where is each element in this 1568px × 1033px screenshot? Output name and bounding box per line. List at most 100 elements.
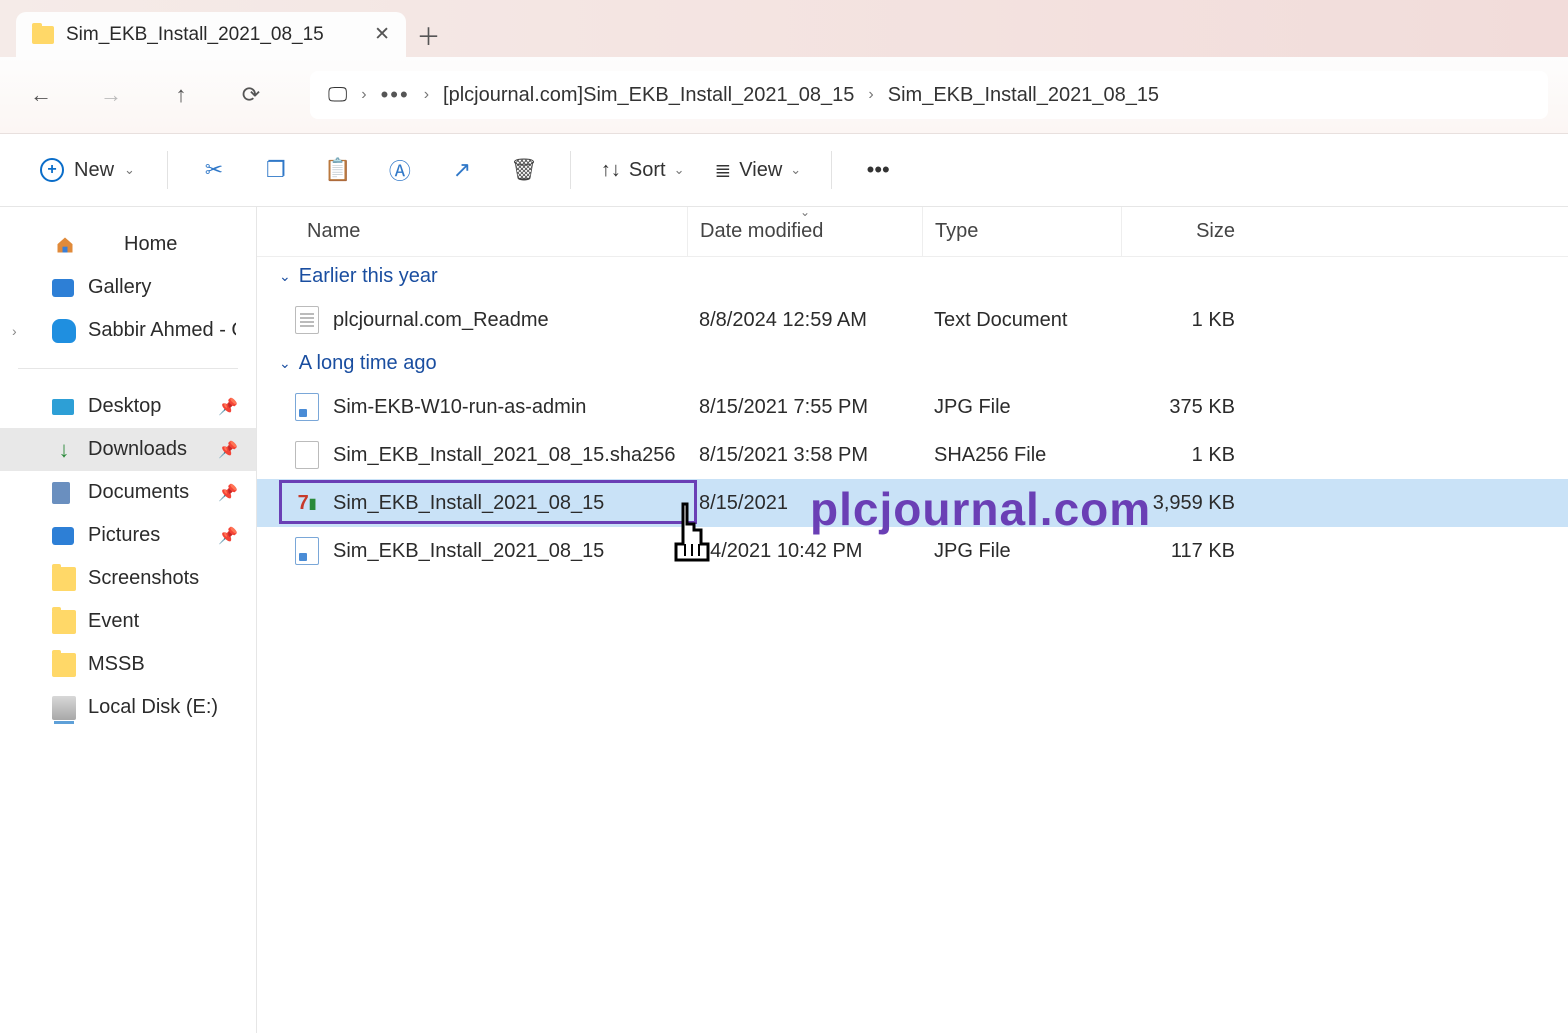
file-row[interactable]: Sim_EKB_Install_2021_08_15.sha256 8/15/2… bbox=[257, 431, 1568, 479]
folder-icon bbox=[52, 653, 76, 677]
sidebar-label: Gallery bbox=[88, 276, 151, 299]
disk-icon bbox=[52, 696, 76, 720]
refresh-button[interactable]: ⟳ bbox=[230, 74, 272, 116]
sidebar-item-downloads[interactable]: ↓ Downloads 📌 bbox=[0, 428, 256, 471]
column-date-label: Date modified bbox=[700, 220, 823, 243]
pin-icon[interactable]: 📌 bbox=[218, 483, 238, 503]
chevron-right-icon[interactable]: › bbox=[12, 323, 17, 339]
sort-indicator-icon: ⌄ bbox=[800, 205, 810, 219]
window-tab[interactable]: Sim_EKB_Install_2021_08_15 ✕ bbox=[16, 12, 406, 57]
close-tab-icon[interactable]: ✕ bbox=[374, 23, 390, 46]
application-icon: 7▮ bbox=[295, 489, 319, 517]
file-name: Sim-EKB-W10-run-as-admin bbox=[333, 396, 586, 419]
file-date: 14/2021 10:42 PM bbox=[687, 540, 922, 563]
documents-icon bbox=[52, 482, 70, 504]
folder-icon bbox=[52, 610, 76, 634]
file-row[interactable]: plcjournal.com_Readme 8/8/2024 12:59 AM … bbox=[257, 296, 1568, 344]
sort-label: Sort bbox=[629, 159, 666, 182]
group-header[interactable]: ⌄ A long time ago bbox=[257, 344, 1568, 383]
sidebar-label: Pictures bbox=[88, 524, 160, 547]
sidebar-item-onedrive[interactable]: › Sabbir Ahmed - Glo bbox=[0, 309, 256, 352]
address-bar[interactable]: 🖵 › ••• › [plcjournal.com]Sim_EKB_Instal… bbox=[310, 71, 1548, 119]
file-row[interactable]: Sim-EKB-W10-run-as-admin 8/15/2021 7:55 … bbox=[257, 383, 1568, 431]
sidebar-item-pictures[interactable]: Pictures 📌 bbox=[0, 514, 256, 557]
sort-button[interactable]: ↑↓ Sort ⌄ bbox=[591, 151, 695, 190]
sidebar-label: Home bbox=[124, 233, 177, 256]
chevron-down-icon: ⌄ bbox=[674, 162, 685, 178]
file-date: 8/15/2021 7:55 PM bbox=[687, 396, 922, 419]
group-label: A long time ago bbox=[299, 352, 437, 375]
file-date: 8/15/2021 3:58 PM bbox=[687, 444, 922, 467]
back-button[interactable]: ← bbox=[20, 74, 62, 116]
column-header-name[interactable]: Name bbox=[257, 220, 687, 243]
separator bbox=[167, 151, 168, 189]
file-row[interactable]: Sim_EKB_Install_2021_08_15 14/2021 10:42… bbox=[257, 527, 1568, 575]
separator bbox=[570, 151, 571, 189]
column-header-date[interactable]: ⌄ Date modified bbox=[687, 207, 922, 256]
file-size: 3,959 KB bbox=[1121, 492, 1251, 515]
sidebar-item-documents[interactable]: Documents 📌 bbox=[0, 471, 256, 514]
sidebar-item-desktop[interactable]: Desktop 📌 bbox=[0, 385, 256, 428]
file-name: Sim_EKB_Install_2021_08_15 bbox=[333, 492, 604, 515]
pin-icon[interactable]: 📌 bbox=[218, 526, 238, 546]
toolbar: + New ⌄ ✂ ❐ 📋 Ⓐ ↗ 🗑 ↑↓ Sort ⌄ ≣ View ⌄ •… bbox=[0, 134, 1568, 207]
more-icon[interactable]: ••• bbox=[852, 144, 904, 196]
group-label: Earlier this year bbox=[299, 265, 438, 288]
file-row-selected[interactable]: 7▮ Sim_EKB_Install_2021_08_15 8/15/2021 … bbox=[257, 479, 1568, 527]
sidebar-item-mssb[interactable]: MSSB bbox=[0, 643, 256, 686]
address-row: ← → ↑ ⟳ 🖵 › ••• › [plcjournal.com]Sim_EK… bbox=[0, 57, 1568, 134]
view-icon: ≣ bbox=[715, 158, 732, 183]
pin-icon[interactable]: 📌 bbox=[218, 440, 238, 460]
file-type: JPG File bbox=[922, 540, 1121, 563]
separator bbox=[18, 368, 238, 369]
delete-icon[interactable]: 🗑 bbox=[498, 144, 550, 196]
sidebar-label: Event bbox=[88, 610, 139, 633]
folder-icon bbox=[52, 567, 76, 591]
sidebar: Home Gallery › Sabbir Ahmed - Glo Deskto… bbox=[0, 207, 257, 1033]
file-type: Text Document bbox=[922, 309, 1121, 332]
column-header-type[interactable]: Type bbox=[922, 207, 1121, 256]
separator bbox=[831, 151, 832, 189]
sidebar-label: Desktop bbox=[88, 395, 161, 418]
breadcrumb-segment[interactable]: [plcjournal.com]Sim_EKB_Install_2021_08_… bbox=[443, 84, 854, 107]
forward-button[interactable]: → bbox=[90, 74, 132, 116]
sidebar-item-event[interactable]: Event bbox=[0, 600, 256, 643]
chevron-right-icon: › bbox=[868, 86, 873, 104]
new-tab-button[interactable]: ＋ bbox=[406, 12, 451, 57]
sidebar-label: Documents bbox=[88, 481, 189, 504]
pc-icon: 🖵 bbox=[328, 84, 347, 107]
sidebar-item-home[interactable]: Home bbox=[0, 223, 256, 266]
sidebar-item-localdisk[interactable]: Local Disk (E:) bbox=[0, 686, 256, 729]
folder-icon bbox=[32, 26, 54, 44]
file-type: JPG File bbox=[922, 396, 1121, 419]
overflow-icon[interactable]: ••• bbox=[381, 82, 410, 108]
up-button[interactable]: ↑ bbox=[160, 74, 202, 116]
file-name: Sim_EKB_Install_2021_08_15 bbox=[333, 540, 604, 563]
new-button[interactable]: + New ⌄ bbox=[28, 150, 147, 190]
share-icon[interactable]: ↗ bbox=[436, 144, 488, 196]
paste-icon[interactable]: 📋 bbox=[312, 144, 364, 196]
column-header-size[interactable]: Size bbox=[1121, 207, 1251, 256]
group-header[interactable]: ⌄ Earlier this year bbox=[257, 257, 1568, 296]
gallery-icon bbox=[52, 279, 74, 297]
tab-title: Sim_EKB_Install_2021_08_15 bbox=[66, 24, 362, 46]
chevron-down-icon: ⌄ bbox=[790, 162, 801, 178]
chevron-down-icon: ⌄ bbox=[279, 355, 291, 372]
copy-icon[interactable]: ❐ bbox=[250, 144, 302, 196]
file-size: 1 KB bbox=[1121, 444, 1251, 467]
new-label: New bbox=[74, 159, 114, 182]
sidebar-item-screenshots[interactable]: Screenshots bbox=[0, 557, 256, 600]
sidebar-label: MSSB bbox=[88, 653, 145, 676]
cut-icon[interactable]: ✂ bbox=[188, 144, 240, 196]
pictures-icon bbox=[52, 527, 74, 545]
image-file-icon bbox=[295, 393, 319, 421]
desktop-icon bbox=[52, 399, 74, 415]
breadcrumb-segment[interactable]: Sim_EKB_Install_2021_08_15 bbox=[888, 84, 1159, 107]
sidebar-item-gallery[interactable]: Gallery bbox=[0, 266, 256, 309]
pin-icon[interactable]: 📌 bbox=[218, 397, 238, 417]
view-button[interactable]: ≣ View ⌄ bbox=[705, 150, 812, 191]
rename-icon[interactable]: Ⓐ bbox=[374, 144, 426, 196]
chevron-right-icon: › bbox=[361, 86, 366, 104]
file-size: 1 KB bbox=[1121, 309, 1251, 332]
onedrive-icon bbox=[52, 319, 76, 343]
